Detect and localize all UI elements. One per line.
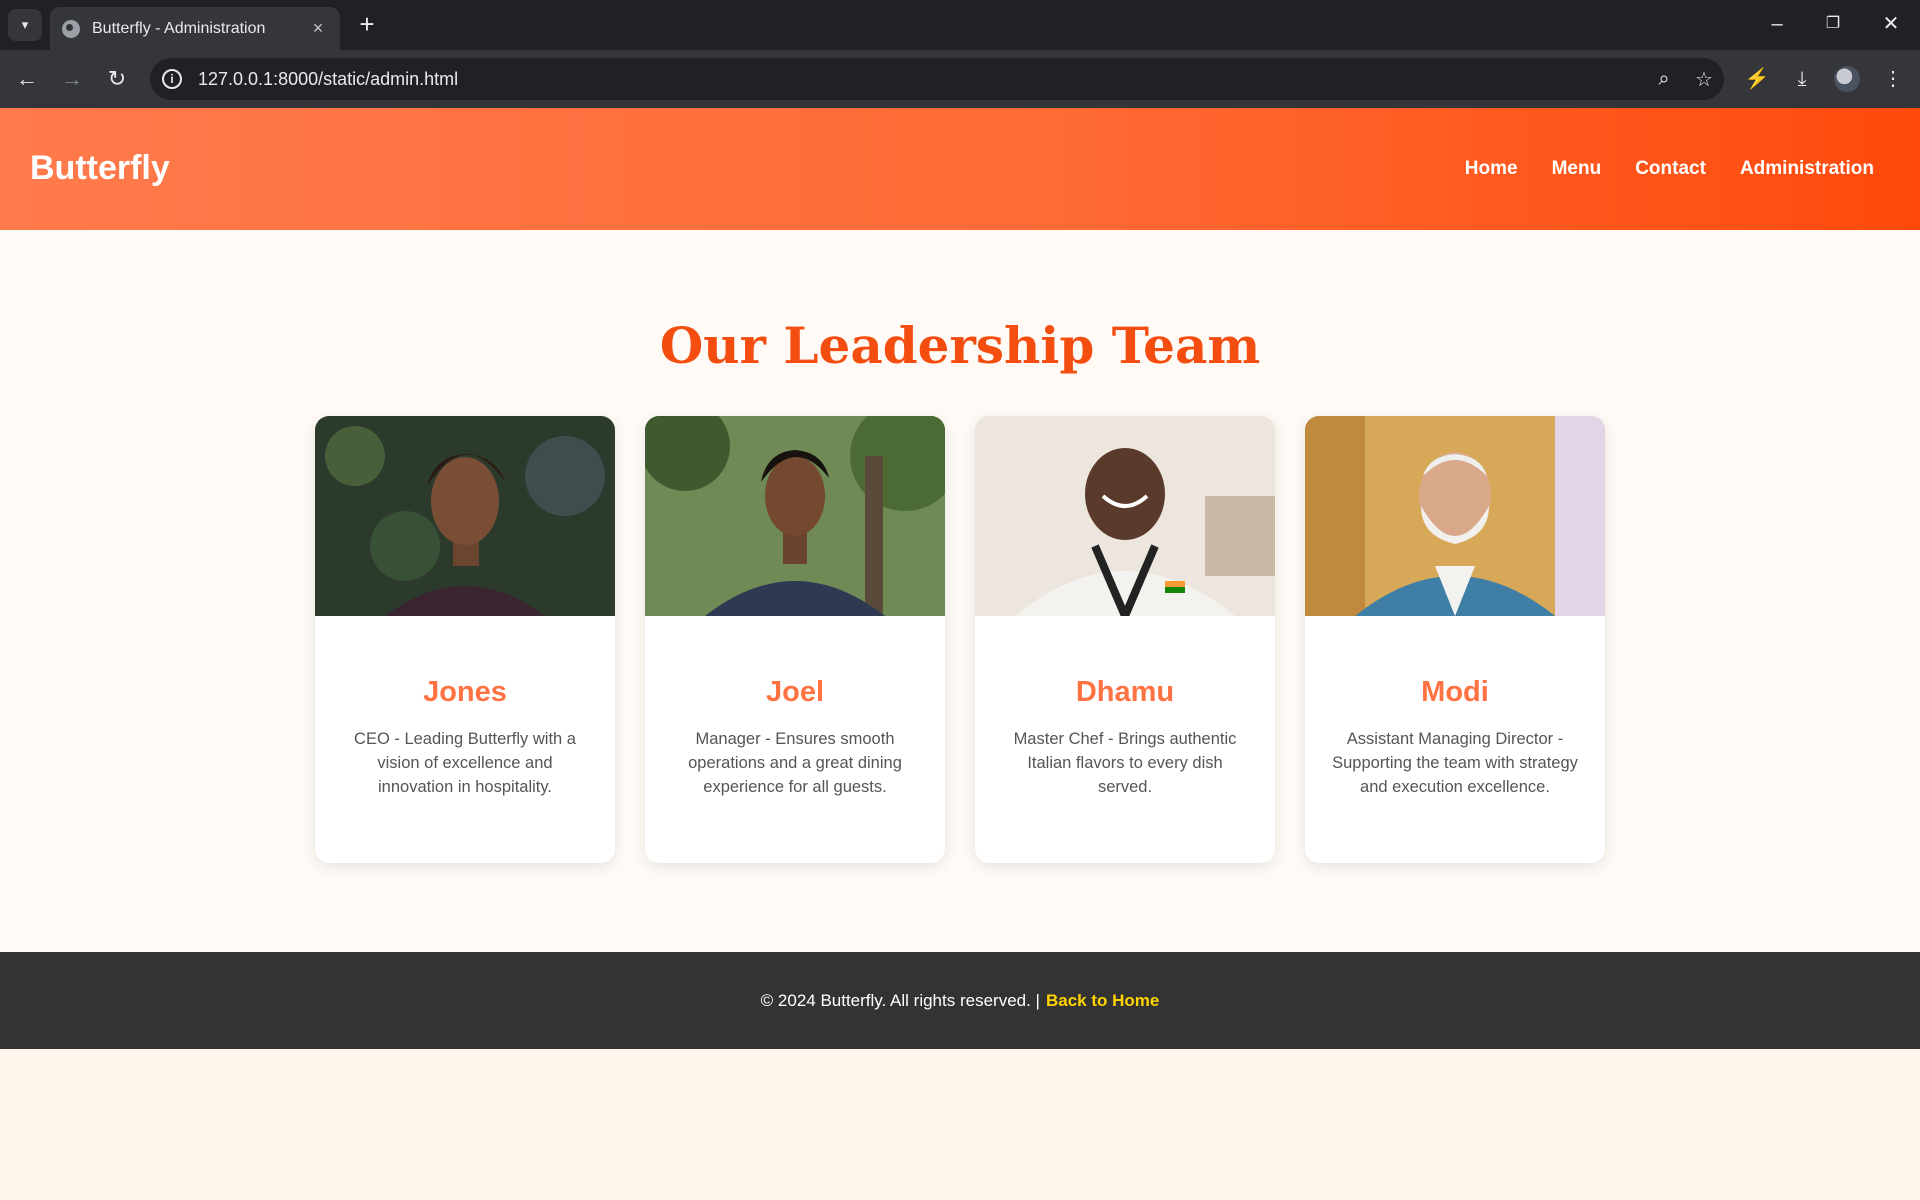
team-member-name: Joel — [765, 676, 825, 708]
back-icon[interactable]: ← — [10, 62, 44, 96]
team-member-name: Modi — [1421, 676, 1489, 708]
browser-toolbar: ← → ↻ i 127.0.0.1:8000/static/admin.html… — [0, 50, 1920, 108]
team-member-name: Dhamu — [1075, 676, 1175, 708]
team-photo — [315, 416, 615, 616]
team-member-description: Assistant Managing Director - Supporting… — [1332, 730, 1578, 796]
team-photo — [1305, 416, 1605, 616]
team-card: Jones CEO - Leading Butterfly with a vis… — [315, 416, 615, 863]
globe-icon — [62, 19, 80, 38]
team-card: Joel Manager - Ensures smooth operations… — [645, 416, 945, 863]
browser-tab-bar: ▾ Butterfly - Administration × + – ❐ ✕ — [0, 0, 1920, 50]
download-icon[interactable]: ⤓ — [1785, 62, 1819, 96]
back-to-home-link[interactable]: Back to Home — [1046, 991, 1159, 1011]
team-member-description: Manager - Ensures smooth operations and … — [688, 730, 902, 796]
profile-avatar[interactable] — [1834, 66, 1860, 92]
browser-tab[interactable]: Butterfly - Administration × — [50, 7, 340, 50]
brand-logo[interactable]: Butterfly — [30, 149, 170, 188]
new-tab-icon[interactable]: + — [352, 10, 382, 40]
team-card: Dhamu Master Chef - Brings authentic Ita… — [975, 416, 1275, 863]
copyright-text: © 2024 Butterfly. All rights reserved. | — [760, 990, 1040, 1010]
reload-icon[interactable]: ↻ — [100, 62, 134, 96]
site-footer: © 2024 Butterfly. All rights reserved. |… — [0, 952, 1920, 1049]
site-info-icon[interactable]: i — [162, 69, 182, 89]
page-heading: Our Leadership Team — [659, 316, 1261, 375]
team-member-description: Master Chef - Brings authentic Italian f… — [1013, 730, 1237, 796]
nav-link-home[interactable]: Home — [1465, 158, 1518, 180]
performance-icon[interactable]: ⚡ — [1740, 62, 1774, 96]
team-photo — [645, 416, 945, 616]
window-close-icon[interactable]: ✕ — [1868, 8, 1914, 40]
zoom-icon[interactable]: ⌕ — [1644, 68, 1684, 91]
page-background — [0, 1049, 1920, 1200]
main-content: Our Leadership Team Jones CEO - Leading … — [0, 230, 1920, 952]
minimize-icon[interactable]: – — [1754, 8, 1800, 40]
restore-icon[interactable]: ❐ — [1810, 8, 1856, 40]
url-text[interactable]: 127.0.0.1:8000/static/admin.html — [198, 69, 1644, 90]
forward-icon[interactable]: → — [55, 62, 89, 96]
nav-link-administration[interactable]: Administration — [1740, 158, 1874, 180]
team-card: Modi Assistant Managing Director - Suppo… — [1305, 416, 1605, 863]
nav-link-contact[interactable]: Contact — [1635, 158, 1706, 180]
address-bar[interactable]: i 127.0.0.1:8000/static/admin.html ⌕ ☆ — [150, 58, 1724, 100]
team-photo — [975, 416, 1275, 616]
site-header: Butterfly Home Menu Contact Administrati… — [0, 108, 1920, 230]
close-tab-icon[interactable]: × — [308, 18, 328, 39]
tab-search-icon[interactable]: ▾ — [8, 9, 42, 41]
tab-title: Butterfly - Administration — [92, 19, 266, 37]
team-member-description: CEO - Leading Butterfly with a vision of… — [354, 730, 576, 796]
more-menu-icon[interactable]: ⋮ — [1876, 62, 1910, 96]
bookmark-star-icon[interactable]: ☆ — [1684, 67, 1724, 92]
team-cards: Jones CEO - Leading Butterfly with a vis… — [315, 416, 1605, 863]
nav-link-menu[interactable]: Menu — [1552, 158, 1602, 180]
site-nav: Home Menu Contact Administration — [1465, 158, 1874, 180]
team-member-name: Jones — [423, 676, 507, 708]
